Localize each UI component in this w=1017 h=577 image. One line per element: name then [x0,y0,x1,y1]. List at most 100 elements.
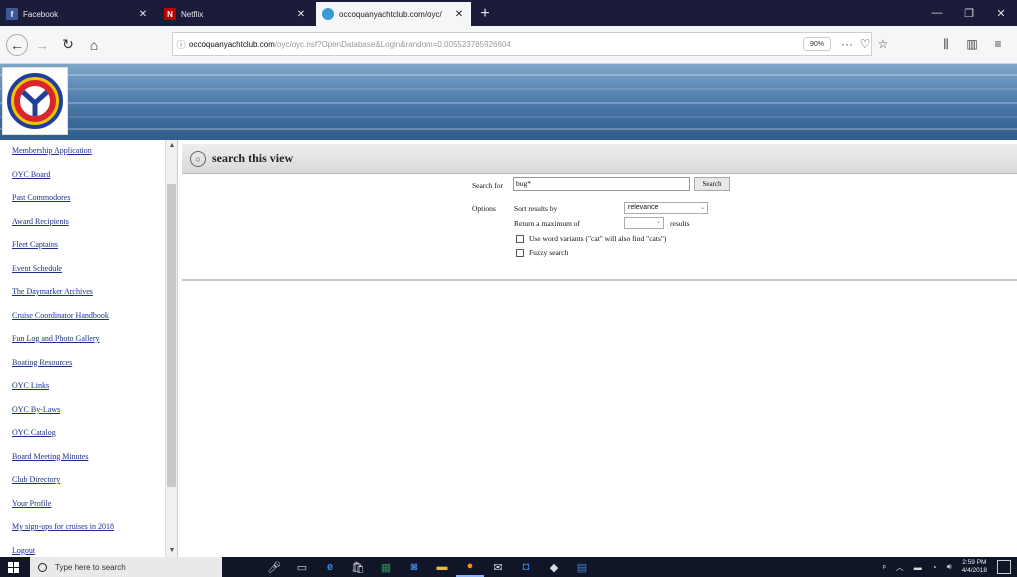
outlook-icon[interactable]: ◘ [512,557,540,577]
club-logo-icon [7,73,63,129]
more-icon[interactable]: ··· [838,34,856,54]
search-header: ○ search this view [182,144,1017,174]
tab-netflix[interactable]: N Netflix ✕ [158,2,313,26]
browser-nav-bar: ← → ↻ ⌂ ⓘ occoquanyachtclub.com /oyc/oyc… [0,26,1017,64]
maximize-icon[interactable]: ❐ [953,0,985,26]
taskbar-apps: 🎤︎ ▭ e 🛍︎ ▦ ◙ ▬ ● ✉ ◘ ◆ ▤ [260,557,596,577]
close-window-icon[interactable]: ✕ [985,0,1017,26]
firefox-icon[interactable]: ● [456,557,484,577]
clock-date: 4/4/2018 [961,567,987,574]
scroll-up-icon[interactable]: ▲ [166,140,178,152]
tab-occoquan[interactable]: occoquanyachtclub.com/oyc/ ✕ [316,2,471,26]
app-icon[interactable]: ◆ [540,557,568,577]
sidebar-link[interactable]: Event Schedule [12,262,162,286]
sort-label: Sort results by [514,204,558,213]
zoom-level[interactable]: 90% [803,37,831,51]
sidebar-link[interactable]: OYC Catalog [12,426,162,450]
sidebar-link[interactable]: OYC Board [12,168,162,192]
divider [182,279,1017,281]
sidebar-link[interactable]: Past Commodores [12,191,162,215]
taskbar-search-placeholder: Type here to search [55,562,126,572]
back-icon[interactable]: ← [6,33,28,56]
search-for-label: Search for [472,181,504,190]
scroll-down-icon[interactable]: ▼ [166,545,178,557]
minimize-icon[interactable]: — [921,0,953,26]
website-icon [322,8,334,20]
store-icon[interactable]: 🛍︎ [344,557,372,577]
chevron-down-icon: ⌄ [699,205,705,211]
mail-icon[interactable]: ✉ [484,557,512,577]
excel-icon[interactable]: ▦ [372,557,400,577]
reload-icon[interactable]: ↻ [56,33,80,57]
close-icon[interactable]: ✕ [137,9,149,20]
pocket-icon[interactable]: ♡ [856,34,874,54]
volume-icon[interactable]: 🔊︎ [947,562,952,572]
options-label: Options [472,204,496,213]
sidebar-nav: Membership Application OYC Board Past Comm… [0,140,178,557]
main-content: ○ search this view Search for bug* Searc… [182,140,1017,557]
close-icon[interactable]: ✕ [295,9,307,20]
browser-tab-strip: f Facebook ✕ N Netflix ✕ occoquanyachtcl… [0,0,1017,26]
start-button[interactable] [0,557,26,577]
network-icon[interactable]: ◔ [932,563,937,572]
sidebar-link[interactable]: Fleet Captains [12,238,162,262]
sort-select[interactable]: relevance ⌄ [624,202,708,214]
max-results-select[interactable]: ⌄ [624,217,664,229]
edge-icon[interactable]: e [316,557,344,577]
notification-icon[interactable] [997,560,1011,574]
sidebar-scrollbar[interactable]: ▲ ▼ [165,140,177,557]
info-icon[interactable]: ⓘ [173,38,189,51]
clock[interactable]: 2:59 PM 4/4/2018 [962,559,987,575]
battery-icon[interactable]: ▬ [914,563,922,572]
club-logo[interactable] [2,67,68,135]
forward-icon[interactable]: → [30,33,54,57]
new-tab-button[interactable]: + [474,2,496,26]
close-icon[interactable]: ✕ [453,9,465,20]
sidebar-link[interactable]: My sign-ups for cruises in 2018 [12,520,162,544]
word-variants-option: Use word variants ("cat" will also find … [516,234,666,243]
word-variants-checkbox[interactable] [516,234,524,243]
tab-title: Netflix [181,9,204,19]
scrollbar-thumb[interactable] [167,184,176,487]
search-input[interactable]: bug* [513,177,690,191]
windows-icon [7,561,19,573]
search-button[interactable]: Search [694,177,730,191]
page-title: search this view [212,151,294,165]
sidebar-icon[interactable]: ▥ [959,32,985,56]
sidebar-link[interactable]: OYC Links [12,379,162,403]
taskbar-search[interactable]: Type here to search [30,557,222,577]
url-host: occoquanyachtclub.com [189,39,275,49]
tab-facebook[interactable]: f Facebook ✕ [0,2,155,26]
windows-taskbar: Type here to search 🎤︎ ▭ e 🛍︎ ▦ ◙ ▬ ● ✉ … [0,557,1017,577]
sidebar-link[interactable]: Club Directory [12,473,162,497]
sidebar-link[interactable]: Award Recipients [12,215,162,239]
word-icon[interactable]: ▤ [568,557,596,577]
sidebar-link[interactable]: Fun Log and Photo Gallery [12,332,162,356]
menu-icon[interactable]: ≡ [985,32,1011,56]
library-icon[interactable]: ⫼ [933,32,959,56]
task-view-icon[interactable]: ▭ [288,557,316,577]
header-banner [0,64,1017,140]
chevron-up-icon[interactable]: ︿ [896,562,904,573]
sidebar-link[interactable]: Membership Application [12,144,162,168]
window-controls: — ❐ ✕ [921,0,1017,26]
fuzzy-search-checkbox[interactable] [516,248,524,257]
microphone-icon[interactable]: 🎤︎ [260,557,288,577]
outlook-icon[interactable]: ◙ [400,557,428,577]
sidebar-link[interactable]: Boating Resources [12,356,162,380]
sidebar-link[interactable]: Cruise Coordinator Handbook [12,309,162,333]
sidebar-link[interactable]: The Daymarker Archives [12,285,162,309]
bookmark-star-icon[interactable]: ☆ [874,34,892,54]
cortana-icon [38,562,47,572]
return-max-label: Return a maximum of [514,219,581,228]
sidebar-link[interactable]: Your Profile [12,497,162,521]
search-icon: ○ [190,150,206,167]
sidebar-link[interactable]: Board Meeting Minutes [12,450,162,474]
results-label: results [670,219,690,228]
sort-value: relevance [628,204,659,211]
sidebar-link[interactable]: OYC By-Laws [12,403,162,427]
explorer-icon[interactable]: ▬ [428,557,456,577]
people-icon[interactable]: ᵖ [883,563,886,572]
url-bar[interactable]: ⓘ occoquanyachtclub.com /oyc/oyc.nsf?Ope… [172,32,872,56]
home-icon[interactable]: ⌂ [82,33,106,57]
